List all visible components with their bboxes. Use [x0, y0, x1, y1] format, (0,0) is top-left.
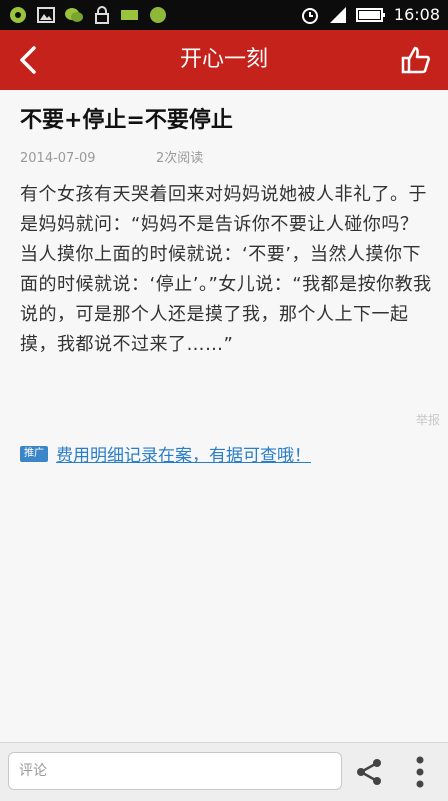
app-header: 开心一刻 [0, 30, 448, 90]
app-badge-icon [150, 7, 166, 23]
page-title: 开心一刻 [179, 47, 268, 72]
read-count: 2次阅读 [156, 151, 204, 166]
signal-icon [329, 7, 346, 23]
alarm-icon [301, 8, 318, 24]
notification-icons [8, 5, 168, 25]
promo-badge: 推广 [20, 445, 48, 462]
like-button[interactable] [400, 44, 432, 76]
wechat-notification-icon [65, 8, 83, 22]
article-date: 2014-07-09 [20, 151, 96, 166]
promo-row: 推广 费用明细记录在案，有据可查哦！ [20, 441, 311, 466]
share-icon [357, 759, 381, 785]
article-body: 有个女孩有天哭着回来对妈妈说她被人非礼了。于是妈妈就问：“妈妈不是告诉你不要让人… [20, 184, 432, 355]
lock-notification-icon [95, 6, 109, 24]
article: 不要+停止=不要停止 2014-07-09 2次阅读 有个女孩有天哭着回来对妈妈… [20, 90, 432, 360]
status-bar: 16:08 [0, 0, 448, 30]
status-time: 16:08 [393, 5, 440, 24]
battery-notification-icon [121, 10, 138, 20]
app-notification-icon [10, 7, 26, 23]
more-button[interactable] [410, 754, 430, 790]
image-notification-icon [37, 7, 55, 23]
more-vertical-icon [416, 756, 424, 788]
comment-input[interactable] [8, 752, 342, 790]
thumbs-up-icon [401, 46, 430, 74]
share-button[interactable] [354, 757, 384, 787]
promo-link[interactable]: 费用明细记录在案，有据可查哦！ [56, 441, 311, 466]
battery-icon [355, 8, 385, 22]
bottom-bar [0, 742, 448, 801]
report-link[interactable]: 举报 [416, 411, 440, 428]
article-title: 不要+停止=不要停止 [20, 108, 233, 133]
system-status: 16:08 [300, 5, 440, 25]
article-meta: 2014-07-09 2次阅读 [20, 150, 432, 168]
